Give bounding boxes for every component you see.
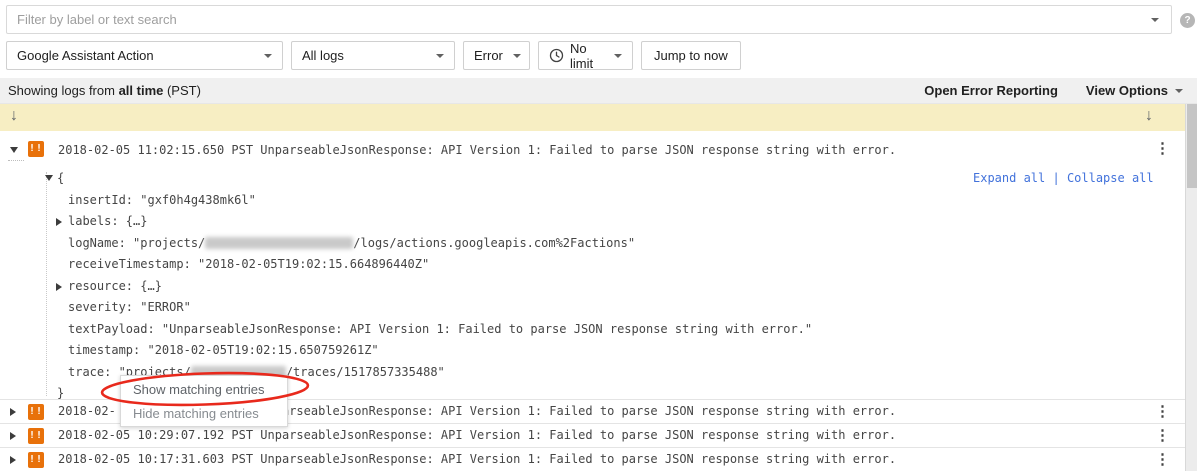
- log-entry-row-expanded[interactable]: !! 2018-02-05 11:02:15.650 PST Unparseab…: [0, 131, 1185, 167]
- json-text: severity: "ERROR": [68, 300, 191, 314]
- severity-selector-label: Error: [474, 48, 503, 63]
- redacted-text: [205, 237, 353, 249]
- filter-dropdown-caret-icon[interactable]: [1151, 18, 1159, 22]
- expand-collapse-links: Expand all | Collapse all: [973, 171, 1154, 185]
- load-newer-logs-band[interactable]: ↓ ↓: [0, 104, 1185, 131]
- json-text: logName: "projects/: [68, 236, 205, 250]
- time-limit-label: No limit: [570, 41, 604, 71]
- hide-matching-entries-item[interactable]: Hide matching entries: [121, 402, 287, 426]
- link-separator: |: [1045, 171, 1067, 185]
- time-limit-dropdown[interactable]: No limit: [538, 41, 633, 70]
- row-overflow-menu-icon[interactable]: ⋮: [1155, 141, 1170, 157]
- time-range-value: all time: [119, 83, 164, 98]
- download-arrow-icon[interactable]: ↓: [10, 107, 18, 125]
- collapse-all-link[interactable]: Collapse all: [1067, 171, 1154, 185]
- expand-entry-icon[interactable]: [10, 408, 16, 416]
- expand-entry-icon[interactable]: [10, 456, 16, 464]
- json-text: textPayload: "UnparseableJsonResponse: A…: [68, 322, 812, 336]
- row-overflow-menu-icon[interactable]: ⋮: [1155, 428, 1170, 444]
- help-icon[interactable]: ?: [1180, 13, 1195, 28]
- row-overflow-menu-icon[interactable]: ⋮: [1155, 404, 1170, 420]
- json-line: timestamp: "2018-02-05T19:02:15.65075926…: [0, 340, 960, 362]
- showing-logs-text: Showing logs from all time (PST): [8, 83, 201, 98]
- status-bar: Showing logs from all time (PST) Open Er…: [0, 78, 1197, 104]
- download-arrow-icon[interactable]: ↓: [1145, 107, 1153, 125]
- error-severity-icon: !!: [28, 404, 44, 420]
- resource-selector-label: Google Assistant Action: [17, 48, 254, 63]
- view-options-menu[interactable]: View Options: [1086, 83, 1183, 98]
- json-text: /traces/1517857335488": [286, 365, 445, 379]
- json-line: textPayload: "UnparseableJsonResponse: A…: [0, 319, 960, 341]
- error-severity-icon: !!: [28, 141, 44, 157]
- clock-icon: [549, 48, 564, 63]
- expand-node-icon[interactable]: [56, 218, 62, 226]
- json-text: resource: {…}: [68, 279, 162, 293]
- error-severity-icon: !!: [28, 428, 44, 444]
- chevron-down-icon: [614, 54, 622, 58]
- context-menu: Show matching entries Hide matching entr…: [120, 375, 288, 427]
- severity-selector-dropdown[interactable]: Error: [463, 41, 530, 70]
- logs-selector-label: All logs: [302, 48, 426, 63]
- json-line: severity: "ERROR": [0, 297, 960, 319]
- expand-node-icon[interactable]: [56, 283, 62, 291]
- json-line: receiveTimestamp: "2018-02-05T19:02:15.6…: [0, 254, 960, 276]
- log-entry-summary[interactable]: 2018-02-05 10:17:31.603 PST UnparseableJ…: [58, 452, 896, 466]
- json-text: {: [57, 171, 64, 185]
- filter-search-box[interactable]: [6, 5, 1172, 34]
- row-overflow-menu-icon[interactable]: ⋮: [1155, 452, 1170, 468]
- json-text: insertId: "gxf0h4g438mk6l": [68, 193, 256, 207]
- expand-entry-icon[interactable]: [10, 432, 16, 440]
- json-text: timestamp: "2018-02-05T19:02:15.65075926…: [68, 343, 379, 357]
- json-line: labels: {…}: [0, 211, 960, 233]
- expand-all-link[interactable]: Expand all: [973, 171, 1045, 185]
- show-matching-entries-item[interactable]: Show matching entries: [121, 378, 287, 402]
- log-entry-summary[interactable]: 2018-02-05 10:29:07.192 PST UnparseableJ…: [58, 428, 896, 442]
- scrollbar-thumb[interactable]: [1187, 104, 1197, 188]
- vertical-scrollbar[interactable]: [1185, 104, 1197, 471]
- log-entry-json-detail: { insertId: "gxf0h4g438mk6l" labels: {…} lo…: [0, 168, 960, 405]
- json-line: insertId: "gxf0h4g438mk6l": [0, 190, 960, 212]
- jump-to-now-button[interactable]: Jump to now: [641, 41, 741, 70]
- json-line: resource: {…}: [0, 276, 960, 298]
- chevron-down-icon: [513, 54, 521, 58]
- error-severity-icon: !!: [28, 452, 44, 468]
- log-entry-summary[interactable]: 2018-02-05 11:02:15.650 PST UnparseableJ…: [58, 143, 896, 157]
- filter-search-input[interactable]: [7, 6, 1151, 33]
- logs-selector-dropdown[interactable]: All logs: [291, 41, 455, 70]
- collapse-node-icon[interactable]: [45, 175, 53, 181]
- json-line: {: [0, 168, 960, 190]
- chevron-down-icon: [1175, 89, 1183, 93]
- tree-guide-line: [8, 160, 24, 161]
- chevron-down-icon: [436, 54, 444, 58]
- json-text: labels: {…}: [68, 214, 147, 228]
- json-line: logName: "projects/ /logs/actions.googlea…: [0, 233, 960, 255]
- log-entry-row[interactable]: !! 2018-02-05 10:17:31.603 PST Unparseabl…: [0, 447, 1185, 471]
- json-text: receiveTimestamp: "2018-02-05T19:02:15.6…: [68, 257, 429, 271]
- open-error-reporting-link[interactable]: Open Error Reporting: [924, 83, 1058, 98]
- chevron-down-icon: [264, 54, 272, 58]
- json-text: /logs/actions.googleapis.com%2Factions": [353, 236, 635, 250]
- resource-selector-dropdown[interactable]: Google Assistant Action: [6, 41, 283, 70]
- jump-to-now-label: Jump to now: [654, 48, 728, 63]
- json-text: }: [57, 386, 64, 400]
- collapse-entry-icon[interactable]: [10, 147, 18, 153]
